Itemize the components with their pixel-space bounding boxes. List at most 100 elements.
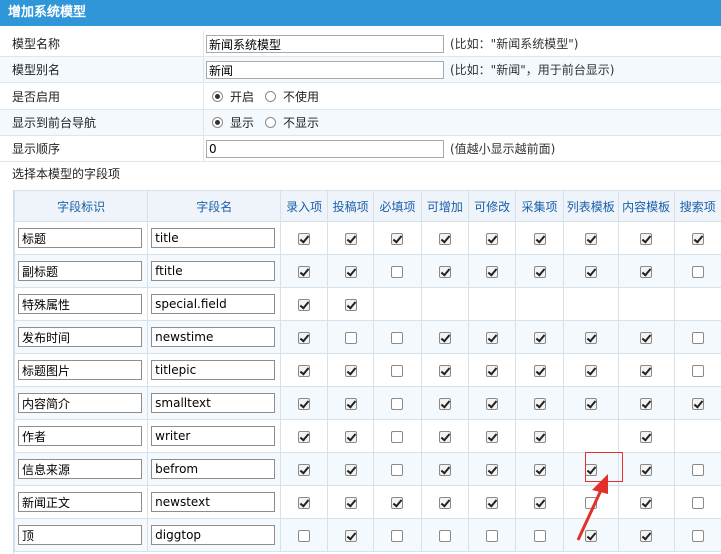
- addable-item-checkbox[interactable]: [438, 265, 451, 278]
- collect-item-checkbox[interactable]: [533, 463, 546, 476]
- input-item-checkbox[interactable]: [298, 463, 311, 476]
- submit-item-checkbox[interactable]: [344, 265, 357, 278]
- required-item-checkbox[interactable]: [391, 463, 404, 476]
- input-item-checkbox[interactable]: [298, 298, 311, 311]
- editable-item-checkbox[interactable]: [486, 529, 499, 542]
- addable-item-checkbox[interactable]: [438, 331, 451, 344]
- input-item-checkbox[interactable]: [298, 364, 311, 377]
- addable-item-checkbox[interactable]: [438, 529, 451, 542]
- search-item-checkbox[interactable]: [691, 529, 704, 542]
- field-label-input[interactable]: [18, 393, 142, 413]
- field-name-input[interactable]: [151, 360, 276, 380]
- required-item-checkbox[interactable]: [391, 529, 404, 542]
- addable-item-checkbox[interactable]: [438, 232, 451, 245]
- search-item-checkbox[interactable]: [691, 331, 704, 344]
- list-template-checkbox[interactable]: [584, 364, 597, 377]
- editable-item-checkbox[interactable]: [486, 232, 499, 245]
- submit-item-checkbox[interactable]: [344, 232, 357, 245]
- submit-item-checkbox[interactable]: [344, 463, 357, 476]
- collect-item-checkbox[interactable]: [533, 496, 546, 509]
- input-item-checkbox[interactable]: [298, 265, 311, 278]
- field-label-input[interactable]: [18, 360, 142, 380]
- editable-item-checkbox[interactable]: [486, 430, 499, 443]
- field-label-input[interactable]: [18, 459, 142, 479]
- content-template-checkbox[interactable]: [640, 430, 653, 443]
- content-template-checkbox[interactable]: [640, 331, 653, 344]
- editable-item-checkbox[interactable]: [486, 331, 499, 344]
- list-template-checkbox[interactable]: [584, 496, 597, 509]
- field-name-input[interactable]: [151, 393, 276, 413]
- content-template-checkbox[interactable]: [640, 496, 653, 509]
- submit-item-checkbox[interactable]: [344, 529, 357, 542]
- order-input[interactable]: [206, 140, 444, 158]
- editable-item-checkbox[interactable]: [486, 463, 499, 476]
- field-label-input[interactable]: [18, 327, 142, 347]
- nav-show-radio[interactable]: [212, 117, 223, 128]
- addable-item-checkbox[interactable]: [438, 463, 451, 476]
- required-item-checkbox[interactable]: [391, 397, 404, 410]
- field-label-input[interactable]: [18, 294, 142, 314]
- addable-item-checkbox[interactable]: [438, 397, 451, 410]
- content-template-checkbox[interactable]: [640, 463, 653, 476]
- field-name-input[interactable]: [151, 294, 276, 314]
- collect-item-checkbox[interactable]: [533, 232, 546, 245]
- required-item-checkbox[interactable]: [391, 364, 404, 377]
- editable-item-checkbox[interactable]: [486, 496, 499, 509]
- model-name-input[interactable]: [206, 35, 444, 53]
- submit-item-checkbox[interactable]: [344, 496, 357, 509]
- input-item-checkbox[interactable]: [298, 529, 311, 542]
- model-alias-input[interactable]: [206, 61, 444, 79]
- field-name-input[interactable]: [151, 327, 276, 347]
- content-template-checkbox[interactable]: [640, 364, 653, 377]
- input-item-checkbox[interactable]: [298, 232, 311, 245]
- content-template-checkbox[interactable]: [640, 265, 653, 278]
- required-item-checkbox[interactable]: [391, 496, 404, 509]
- enabled-off-radio[interactable]: [265, 91, 276, 102]
- search-item-checkbox[interactable]: [691, 364, 704, 377]
- editable-item-checkbox[interactable]: [486, 397, 499, 410]
- addable-item-checkbox[interactable]: [438, 364, 451, 377]
- addable-item-checkbox[interactable]: [438, 430, 451, 443]
- collect-item-checkbox[interactable]: [533, 397, 546, 410]
- addable-item-checkbox[interactable]: [438, 496, 451, 509]
- field-label-input[interactable]: [18, 228, 142, 248]
- search-item-checkbox[interactable]: [691, 397, 704, 410]
- content-template-checkbox[interactable]: [640, 397, 653, 410]
- required-item-checkbox[interactable]: [391, 265, 404, 278]
- field-label-input[interactable]: [18, 261, 142, 281]
- content-template-checkbox[interactable]: [640, 232, 653, 245]
- input-item-checkbox[interactable]: [298, 331, 311, 344]
- required-item-checkbox[interactable]: [391, 331, 404, 344]
- field-label-input[interactable]: [18, 492, 142, 512]
- list-template-checkbox[interactable]: [584, 331, 597, 344]
- submit-item-checkbox[interactable]: [344, 430, 357, 443]
- required-item-checkbox[interactable]: [391, 232, 404, 245]
- search-item-checkbox[interactable]: [691, 496, 704, 509]
- field-name-input[interactable]: [151, 228, 276, 248]
- list-template-checkbox[interactable]: [584, 265, 597, 278]
- list-template-checkbox[interactable]: [584, 463, 597, 476]
- list-template-checkbox[interactable]: [584, 232, 597, 245]
- field-label-input[interactable]: [18, 525, 142, 545]
- input-item-checkbox[interactable]: [298, 496, 311, 509]
- field-label-input[interactable]: [18, 426, 142, 446]
- editable-item-checkbox[interactable]: [486, 364, 499, 377]
- collect-item-checkbox[interactable]: [533, 265, 546, 278]
- collect-item-checkbox[interactable]: [533, 331, 546, 344]
- content-template-checkbox[interactable]: [640, 529, 653, 542]
- editable-item-checkbox[interactable]: [486, 265, 499, 278]
- search-item-checkbox[interactable]: [691, 463, 704, 476]
- field-name-input[interactable]: [151, 426, 276, 446]
- field-name-input[interactable]: [151, 492, 276, 512]
- search-item-checkbox[interactable]: [691, 265, 704, 278]
- list-template-checkbox[interactable]: [584, 529, 597, 542]
- submit-item-checkbox[interactable]: [344, 331, 357, 344]
- submit-item-checkbox[interactable]: [344, 364, 357, 377]
- input-item-checkbox[interactable]: [298, 397, 311, 410]
- collect-item-checkbox[interactable]: [533, 529, 546, 542]
- field-name-input[interactable]: [151, 525, 276, 545]
- input-item-checkbox[interactable]: [298, 430, 311, 443]
- submit-item-checkbox[interactable]: [344, 397, 357, 410]
- search-item-checkbox[interactable]: [691, 232, 704, 245]
- field-name-input[interactable]: [151, 459, 276, 479]
